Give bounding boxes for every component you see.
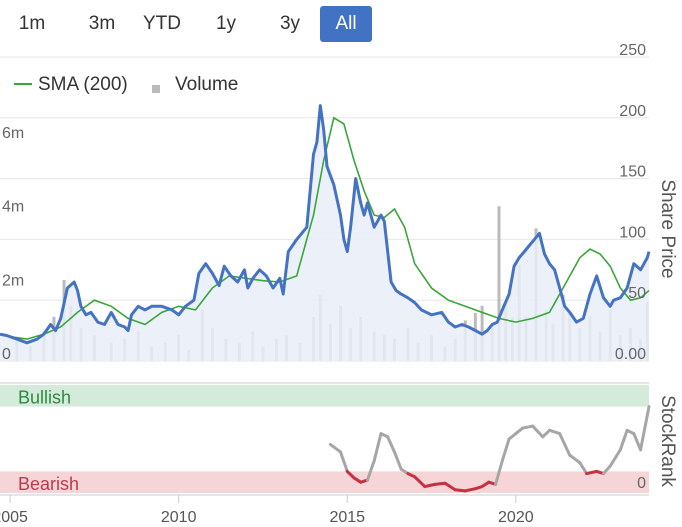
x-axis: 2005 2010 2015 2020 [0, 494, 649, 526]
rank-segment [639, 405, 651, 452]
price-tick-label: 200 [619, 103, 646, 120]
x-tick-label: 2020 [498, 509, 534, 526]
bullish-band [0, 385, 649, 407]
price-tick-label: 100 [619, 224, 646, 241]
volume-tick-label: 4m [2, 199, 24, 216]
rank-segment [585, 469, 599, 476]
rank-segment [328, 442, 343, 454]
legend: SMA (200) Volume [14, 74, 238, 95]
rank-segment [453, 488, 467, 493]
price-tick-label: 250 [619, 42, 646, 59]
rank-segment [500, 437, 511, 463]
price-axis-title: Share Price [657, 179, 678, 278]
square-icon [152, 85, 160, 93]
rank-segment [531, 424, 545, 439]
stockrank-panel: Bullish Bearish 0 StockRank [0, 382, 678, 494]
legend-item-sma: SMA (200) [38, 74, 128, 95]
bullish-label: Bullish [18, 388, 71, 408]
x-tick-label: 2015 [329, 509, 365, 526]
volume-tick-label: 2m [2, 272, 24, 289]
rank-segment [463, 487, 477, 493]
rank-segment [521, 424, 535, 430]
volume-tick-label: 0 [2, 346, 11, 363]
rank-segment [608, 448, 622, 468]
rank-segment [548, 428, 562, 436]
rank-segment [423, 482, 437, 489]
legend-item-volume: Volume [175, 74, 238, 95]
rank-axis-title: StockRank [657, 395, 678, 487]
price-tick-label: 50 [628, 285, 646, 302]
bearish-band [0, 471, 649, 493]
rank-segment [372, 432, 383, 463]
volume-tick-label: 6m [2, 125, 24, 142]
rank-segment [386, 435, 396, 454]
rank-segment [433, 481, 447, 486]
price-tick-label: 0.00 [615, 346, 646, 363]
rank-segment [558, 432, 572, 457]
rank-segment [392, 450, 403, 471]
x-tick-label: 2005 [0, 509, 28, 526]
stock-chart: 250 200 150 100 50 0.00 Share Price 6m 4m 2m 0 SMA… [0, 42, 678, 526]
rank-tick-label: 0 [637, 475, 646, 492]
bearish-label: Bearish [18, 474, 79, 494]
rank-segment [568, 453, 582, 465]
x-tick-label: 2010 [161, 509, 197, 526]
rank-segment [618, 428, 629, 452]
price-tick-label: 150 [619, 164, 646, 181]
rank-segment [339, 450, 349, 473]
